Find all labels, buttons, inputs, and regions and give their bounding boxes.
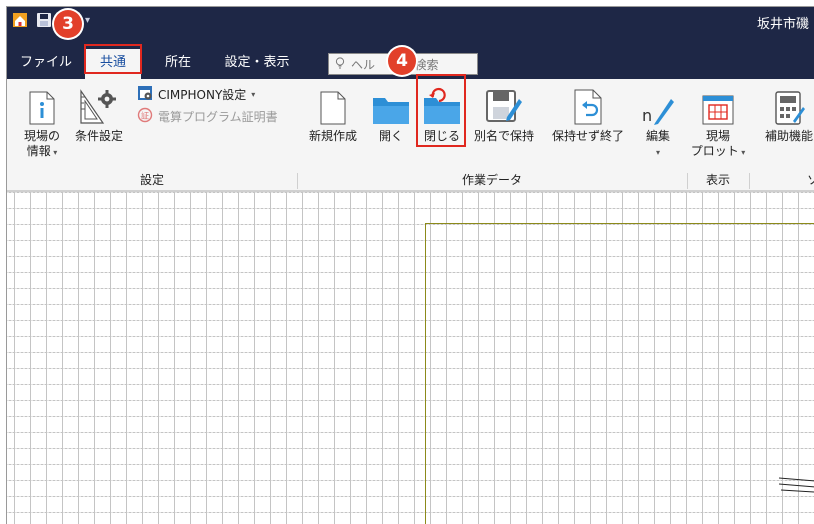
chevron-down-icon: ▾ [251,90,256,99]
info-document-icon [29,81,55,125]
open-folder-icon [372,81,410,125]
house-icon[interactable] [11,11,29,29]
open-button[interactable]: 開く [369,81,413,144]
new-button[interactable]: 新規作成 [303,81,363,144]
title-bar: ▾ 坂井市磯 [7,7,814,35]
settings-window-icon [137,85,153,104]
exit-without-save-button[interactable]: 保持せず終了 [545,81,631,144]
window-title: 坂井市磯 [756,17,809,32]
lightbulb-icon [335,56,345,72]
tab-settings-display[interactable]: 設定・表示 [215,49,299,79]
exit-document-icon [574,81,602,125]
save-as-button[interactable]: 別名で保持 [467,81,541,144]
chevron-down-icon: ▾ [50,148,58,157]
ruler-gear-icon [79,81,119,125]
edit-pen-icon: n [641,81,675,125]
new-document-icon [320,81,346,125]
step-badge-4: 4 [388,47,416,75]
group-label-settings: 設定 [139,173,164,187]
edit-button[interactable]: n 編集 ▾ [635,81,681,160]
close-folder-icon [423,81,461,125]
save-as-icon [485,81,523,125]
svg-text:n: n [642,106,652,125]
tab-file[interactable]: ファイル [11,49,81,79]
group-label-work-data: 作業データ [461,173,522,187]
close-button[interactable]: 閉じる [421,81,463,144]
site-plot-button[interactable]: 現場 プロット ▾ [691,81,745,160]
ribbon: 現場の 情報 ▾ 条件設定 CIMPHONY設定 ▾ 証 電算プログラム証明書 … [7,79,814,191]
certificate-button[interactable]: 証 電算プログラム証明書 [137,107,278,126]
qat-dropdown-icon[interactable]: ▾ [85,15,90,26]
group-label-aux: ソ [803,171,814,189]
chevron-down-icon: ▾ [655,148,660,157]
certificate-icon: 証 [137,107,153,126]
plot-frame [425,223,814,524]
site-info-button[interactable]: 現場の 情報 ▾ [21,81,63,160]
tab-common[interactable]: 共通 [85,49,141,79]
svg-text:証: 証 [141,111,149,121]
aux-functions-button[interactable]: 補助機能 [759,81,814,144]
calculator-icon [759,81,805,125]
step-badge-3: 3 [54,10,82,38]
cimphony-settings-button[interactable]: CIMPHONY設定 ▾ [137,85,255,104]
save-icon[interactable] [35,11,53,29]
plot-grid-icon [702,81,734,125]
group-separator [749,173,750,189]
app-window: ▾ 坂井市磯 ファイル 共通 所在 設定・表示 ヘル Q検索 現場の 情報 ▾ [6,6,814,524]
chevron-down-icon: ▾ [738,148,746,157]
drawn-lines [778,477,814,493]
search-text: ヘル [351,57,376,72]
conditions-button[interactable]: 条件設定 [67,81,131,144]
group-label-display: 表示 [705,173,730,187]
tab-location[interactable]: 所在 [155,49,201,79]
drawing-canvas[interactable] [7,191,814,524]
